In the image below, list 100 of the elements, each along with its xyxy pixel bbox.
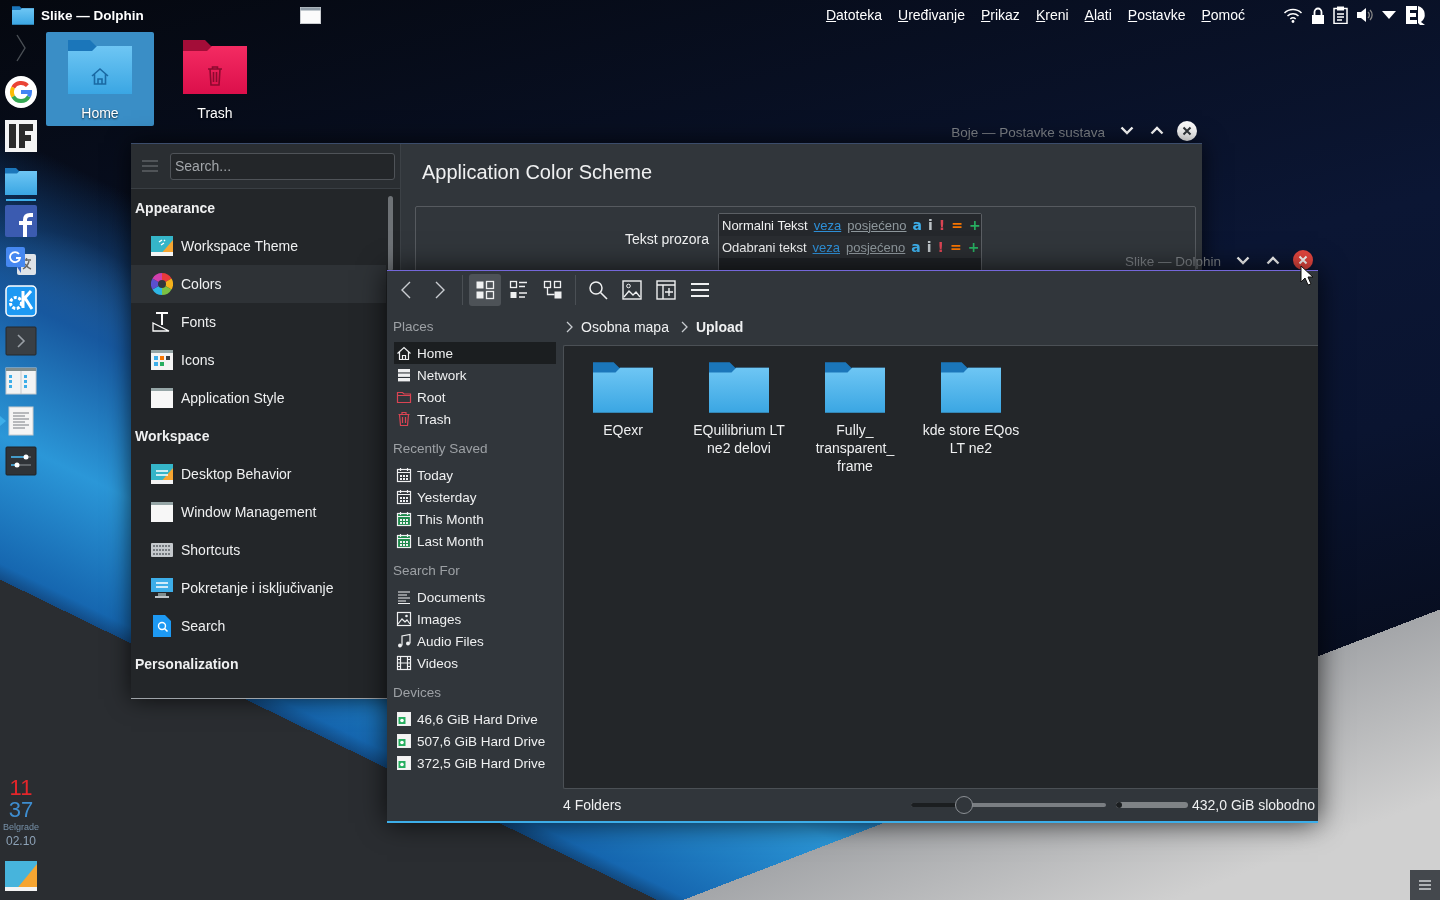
- window-icon[interactable]: [300, 6, 321, 24]
- menu-item[interactable]: Uređivanje: [898, 7, 965, 23]
- sidebar-item[interactable]: Shortcuts: [131, 531, 386, 569]
- block-logo-icon: [5, 120, 37, 152]
- hard-drive-icon: [396, 733, 412, 749]
- theme-picture-icon: [151, 236, 173, 256]
- desktop-picture-icon: [151, 464, 173, 484]
- sidebar-item[interactable]: Search: [131, 607, 386, 645]
- places-item[interactable]: Home: [394, 342, 556, 364]
- desktop-toolbox-button[interactable]: [1410, 870, 1440, 900]
- section-header: Personalization: [134, 655, 240, 674]
- clock-minute: 37: [8, 799, 34, 821]
- translate-icon: [5, 245, 37, 277]
- places-item[interactable]: Network: [394, 364, 556, 386]
- search-field[interactable]: Search...: [170, 152, 395, 180]
- running-indicator: [6, 199, 36, 201]
- places-item[interactable]: Root: [394, 386, 556, 408]
- clock-date: 02.10: [6, 833, 36, 849]
- menu-item[interactable]: Kreni: [1035, 7, 1069, 23]
- chevron-right-icon: [434, 280, 446, 300]
- folder-icon: [12, 5, 34, 25]
- slider-handle[interactable]: [954, 796, 973, 814]
- view-mode-button[interactable]: [469, 274, 501, 306]
- chevron-down-icon: [1236, 255, 1250, 265]
- launcher-button[interactable]: [3, 858, 39, 894]
- calendar-icon: [396, 467, 412, 483]
- sample-symbol: =: [951, 217, 963, 233]
- logo-icon[interactable]: [1404, 4, 1428, 26]
- launcher-button[interactable]: [3, 283, 39, 319]
- monitor-icon: [151, 577, 173, 599]
- keyboard-icon: [151, 543, 173, 557]
- menu-item[interactable]: Prikaz: [980, 7, 1020, 23]
- places-item[interactable]: Yesterday: [394, 486, 556, 508]
- sample-symbol: !: [937, 239, 944, 255]
- sidebar-item[interactable]: Application Style: [131, 379, 386, 417]
- menu-item[interactable]: Pomoć: [1201, 7, 1245, 23]
- menu-item[interactable]: Alati: [1084, 7, 1112, 23]
- search-icon: [588, 280, 608, 300]
- sidebar-item[interactable]: Colors: [131, 265, 386, 303]
- launcher-button[interactable]: [3, 443, 39, 479]
- breadcrumb-item[interactable]: Osobna mapa: [581, 319, 669, 335]
- launcher-button[interactable]: [3, 203, 39, 239]
- text-document-icon: [8, 406, 34, 436]
- sidebar-item[interactable]: Window Management: [131, 493, 386, 531]
- sidebar-item[interactable]: Icons: [131, 341, 386, 379]
- sidebar-item[interactable]: Workspace Theme: [131, 227, 386, 265]
- zoom-slider[interactable]: [911, 796, 1106, 814]
- folder-item[interactable]: Fully_ transparent_ frame: [797, 362, 913, 475]
- home-folder-icon: [68, 40, 132, 94]
- places-item[interactable]: Images: [394, 608, 556, 630]
- scrollbar-thumb[interactable]: [388, 196, 393, 271]
- clock-city: Belgrade: [3, 821, 39, 833]
- folder-item[interactable]: kde store EQos LT ne2: [913, 362, 1029, 457]
- desktop-icon[interactable]: Home: [46, 32, 154, 126]
- places-item[interactable]: 372,5 GiB Hard Drive: [394, 752, 556, 774]
- chevron-up-icon: [1150, 126, 1164, 135]
- caret-down-icon[interactable]: [1382, 11, 1396, 19]
- calendar-icon: [396, 489, 412, 505]
- breadcrumb-item[interactable]: Upload: [695, 319, 744, 335]
- folder-icon: [593, 362, 653, 413]
- menu-item[interactable]: Postavke: [1127, 7, 1186, 23]
- wifi-icon[interactable]: [1283, 7, 1303, 23]
- places-item[interactable]: Today: [394, 464, 556, 486]
- color-wheel-icon: [151, 273, 173, 295]
- close-button[interactable]: [1177, 120, 1197, 141]
- search-document-icon: [153, 615, 171, 637]
- chevron-up-icon: [1266, 255, 1280, 265]
- sample-symbol: a: [912, 217, 922, 233]
- sample-symbol: i: [927, 217, 933, 233]
- folder-outline-icon: [396, 389, 412, 405]
- sample-symbol: i: [926, 239, 932, 255]
- places-item[interactable]: Documents: [394, 586, 556, 608]
- sidebar-item[interactable]: Desktop Behavior: [131, 455, 386, 493]
- launcher-button[interactable]: [3, 74, 39, 110]
- places-item[interactable]: 507,6 GiB Hard Drive: [394, 730, 556, 752]
- volume-icon[interactable]: [1356, 7, 1374, 23]
- sidebar-item[interactable]: Pokretanje i isključivanje: [131, 569, 386, 607]
- places-item[interactable]: 46,6 GiB Hard Drive: [394, 708, 556, 730]
- close-icon: [1177, 120, 1197, 141]
- places-item[interactable]: Videos: [394, 652, 556, 674]
- sidebar-item[interactable]: Fonts: [131, 303, 386, 341]
- underlined-sample-text: veza: [813, 217, 842, 233]
- window-title: Slike — Dolphin: [1124, 253, 1221, 269]
- field-label: Tekst prozora: [623, 230, 709, 249]
- f-logo-icon: [5, 205, 37, 237]
- folder-item[interactable]: EQuilibrium LT ne2 delovi: [681, 362, 797, 457]
- launcher-button[interactable]: [3, 118, 39, 154]
- places-item[interactable]: Audio Files: [394, 630, 556, 652]
- folder-item[interactable]: EQexr: [565, 362, 681, 439]
- places-item[interactable]: This Month: [394, 508, 556, 530]
- calendar-icon: [396, 533, 412, 549]
- places-item[interactable]: Trash: [394, 408, 556, 430]
- tree-view-icon: [543, 280, 563, 300]
- lock-icon[interactable]: [1311, 6, 1325, 24]
- places-header: Places: [393, 318, 435, 336]
- clipboard-icon[interactable]: [1333, 6, 1348, 24]
- places-item[interactable]: Last Month: [394, 530, 556, 552]
- sample-symbol: +: [968, 217, 981, 233]
- desktop-icon[interactable]: Trash: [161, 32, 269, 126]
- menu-item[interactable]: Datoteka: [825, 7, 882, 23]
